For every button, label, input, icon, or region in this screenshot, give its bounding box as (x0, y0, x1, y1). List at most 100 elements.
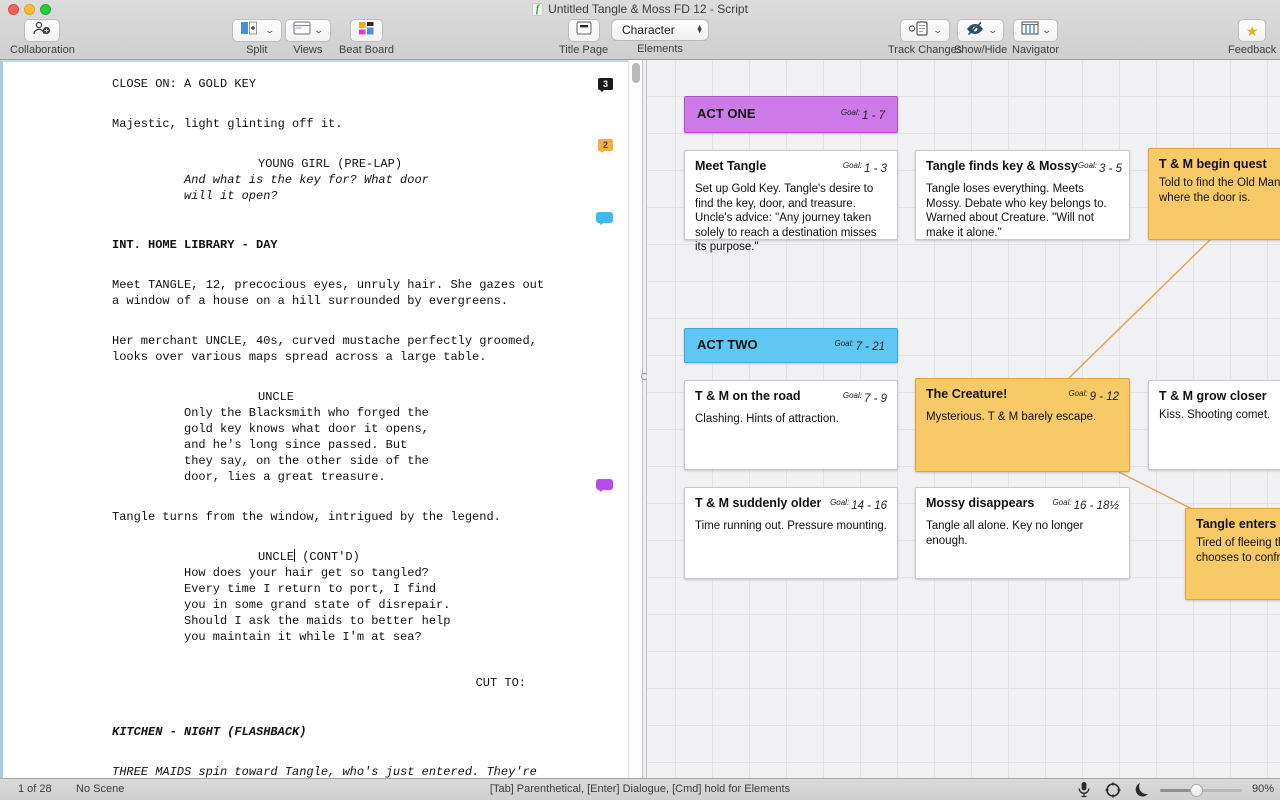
script-block-action[interactable]: Her merchant UNCLE, 40s, curved mustache… (112, 333, 582, 365)
chevron-down-icon: ⌄ (987, 25, 998, 36)
card-body: Tangle all alone. Key no longer enough. (926, 519, 1119, 548)
track-changes-button[interactable]: ⌄ Track Changes (888, 19, 962, 56)
chevron-down-icon: ⌄ (313, 25, 324, 36)
beat-card[interactable]: Mossy disappears Goal:16 - 18½ Tangle all … (915, 487, 1130, 579)
minimize-button[interactable] (24, 4, 35, 15)
script-block-action[interactable]: Meet TANGLE, 12, precocious eyes, unruly… (112, 277, 582, 309)
scene-number-badge[interactable]: 3 (598, 78, 613, 90)
zoom-slider-thumb[interactable] (1190, 784, 1203, 797)
show-hide-button[interactable]: ⌄ Show/Hide (954, 19, 1007, 56)
script-editor[interactable]: CLOSE ON: A GOLD KEY Majestic, light glin… (0, 60, 628, 778)
beat-card[interactable]: Tangle finds key & MossyGoal:3 - 5 Tangle… (915, 150, 1130, 240)
chevron-down-icon: ⌄ (1041, 25, 1052, 36)
close-button[interactable] (8, 4, 19, 15)
window-title: Untitled Tangle & Moss FD 12 - Script (548, 2, 748, 16)
script-note-icon[interactable] (596, 212, 613, 223)
card-goal: Goal:7 - 9 (843, 389, 887, 407)
beat-board-button[interactable]: Beat Board (339, 19, 394, 56)
beat-board-panel[interactable]: ACT ONE Goal:1 - 7 Meet Tangle Goal:1 - 3 Se… (647, 60, 1280, 778)
card-goal: Goal:16 - 18½ (1052, 496, 1119, 514)
card-body: Told to find the Old Man. H where the do… (1159, 176, 1280, 205)
collaboration-icon (32, 21, 52, 40)
beat-card[interactable]: Tangle enters la Tired of fleeing the cho… (1185, 508, 1280, 600)
split-button[interactable]: ⌄ Split (232, 19, 282, 56)
card-title: T & M suddenly older (695, 496, 821, 510)
zoom-button[interactable] (40, 4, 51, 15)
script-block-action[interactable]: Tangle turns from the window, intrigued … (112, 509, 582, 525)
card-goal: Goal:7 - 21 (834, 337, 885, 355)
focus-mode-icon[interactable] (1104, 781, 1122, 800)
script-block-transition[interactable]: CUT TO: (112, 675, 582, 691)
navigator-icon (1021, 21, 1039, 40)
main-area: CLOSE ON: A GOLD KEY Majestic, light glin… (0, 60, 1280, 778)
card-body: Tired of fleeing the chooses to confro (1196, 536, 1280, 565)
script-block-dialogue[interactable]: Only the Blacksmith who forged the gold … (184, 405, 582, 485)
script-block-scene[interactable]: KITCHEN - NIGHT (FLASHBACK) (112, 724, 582, 740)
card-title: Mossy disappears (926, 496, 1034, 510)
night-mode-icon[interactable] (1134, 781, 1150, 800)
app-window: f Untitled Tangle & Moss FD 12 - Script … (0, 0, 1280, 800)
elements-value: Character (622, 23, 675, 37)
dictation-mic-icon[interactable] (1076, 781, 1092, 800)
card-body: Kiss. Shooting comet. (1159, 408, 1280, 423)
beat-board-icon (358, 21, 375, 41)
up-down-chevrons-icon: ▲▼ (696, 26, 703, 34)
script-block-action[interactable]: THREE MAIDS spin toward Tangle, who's ju… (112, 764, 582, 778)
collaboration-button[interactable]: Collaboration (10, 19, 75, 56)
card-title: Meet Tangle (695, 159, 766, 173)
beat-card[interactable]: T & M begin quest Told to find the Old Ma… (1148, 148, 1280, 240)
title-page-button[interactable]: Title Page (559, 19, 608, 56)
card-title: T & M begin quest (1159, 157, 1267, 171)
card-goal: Goal:9 - 12 (1068, 387, 1119, 405)
beat-card[interactable]: T & M on the roadGoal:7 - 9Clashing. Hin… (684, 380, 898, 470)
navigator-button[interactable]: ⌄ Navigator (1012, 19, 1059, 56)
scene-number-badge[interactable]: 2 (598, 139, 613, 151)
card-goal: Goal:1 - 7 (841, 106, 885, 124)
views-icon (293, 21, 311, 40)
script-scrollbar[interactable] (628, 60, 642, 778)
card-goal: Goal:14 - 16 (830, 496, 887, 514)
document-icon: f (532, 3, 543, 16)
beat-card[interactable]: Meet TangleGoal:1 - 3Set up Gold Key. Ta… (684, 150, 898, 240)
script-block-character[interactable]: YOUNG GIRL (PRE-LAP) (258, 156, 582, 172)
elements-dropdown[interactable]: Character ▲▼ Elements (611, 19, 709, 55)
card-body: Time running out. Pressure mounting. (695, 519, 887, 534)
toolbar: f Untitled Tangle & Moss FD 12 - Script … (0, 0, 1280, 60)
card-body: Set up Gold Key. Tangle's desire to find… (695, 182, 887, 255)
card-goal: Goal:3 - 5 (1078, 159, 1122, 177)
zoom-level: 90% (1252, 783, 1274, 795)
act-structure-card[interactable]: ACT ONE Goal:1 - 7 (684, 96, 898, 133)
status-bar: 1 of 28 No Scene [Tab] Parenthetical, [E… (0, 778, 1280, 800)
zoom-slider[interactable] (1160, 789, 1242, 792)
chevron-down-icon: ⌄ (933, 25, 944, 36)
split-icon (240, 21, 262, 40)
script-block-character[interactable]: UNCLE (CONT'D) (258, 549, 582, 565)
script-block-action[interactable]: Majestic, light glinting off it. (112, 116, 582, 132)
beat-card[interactable]: T & M suddenly older Goal:14 - 16 Time run… (684, 487, 898, 579)
card-body: Tangle loses everything. Meets Mossy. De… (926, 182, 1119, 240)
scrollbar-thumb[interactable] (632, 63, 640, 83)
card-title: Tangle enters la (1196, 517, 1280, 531)
script-block-dialogue[interactable]: And what is the key for? What door will … (184, 172, 582, 204)
star-icon: ★ (1246, 24, 1259, 38)
card-body: Mysterious. T & M barely escape. (926, 410, 1119, 425)
card-title: ACT ONE (697, 106, 756, 124)
script-content[interactable]: CLOSE ON: A GOLD KEY Majestic, light glin… (112, 76, 582, 778)
script-note-icon[interactable] (596, 479, 613, 490)
beat-card[interactable]: T & M grow closerKiss. Shooting comet. (1148, 380, 1280, 470)
chevron-down-icon: ⌄ (264, 25, 275, 36)
script-block-dialogue[interactable]: How does your hair get so tangled? Every… (184, 565, 582, 645)
eye-slash-icon (965, 21, 985, 41)
script-block-character[interactable]: UNCLE (258, 389, 582, 405)
feedback-button[interactable]: ★ Feedback (1228, 19, 1276, 56)
title-bar: f Untitled Tangle & Moss FD 12 - Script (0, 0, 1280, 18)
text-cursor (294, 549, 295, 562)
beat-card[interactable]: The Creature!Goal:9 - 12Mysterious. T & … (915, 378, 1130, 472)
act-structure-card[interactable]: ACT TWOGoal:7 - 21 (684, 328, 898, 363)
card-title: Tangle finds key & Mossy (926, 159, 1078, 173)
views-button[interactable]: ⌄ Views (285, 19, 331, 56)
card-goal: Goal:1 - 3 (843, 159, 887, 177)
script-block-action[interactable]: CLOSE ON: A GOLD KEY (112, 76, 582, 92)
script-block-scene[interactable]: INT. HOME LIBRARY - DAY (112, 237, 582, 253)
track-changes-icon (908, 21, 930, 41)
